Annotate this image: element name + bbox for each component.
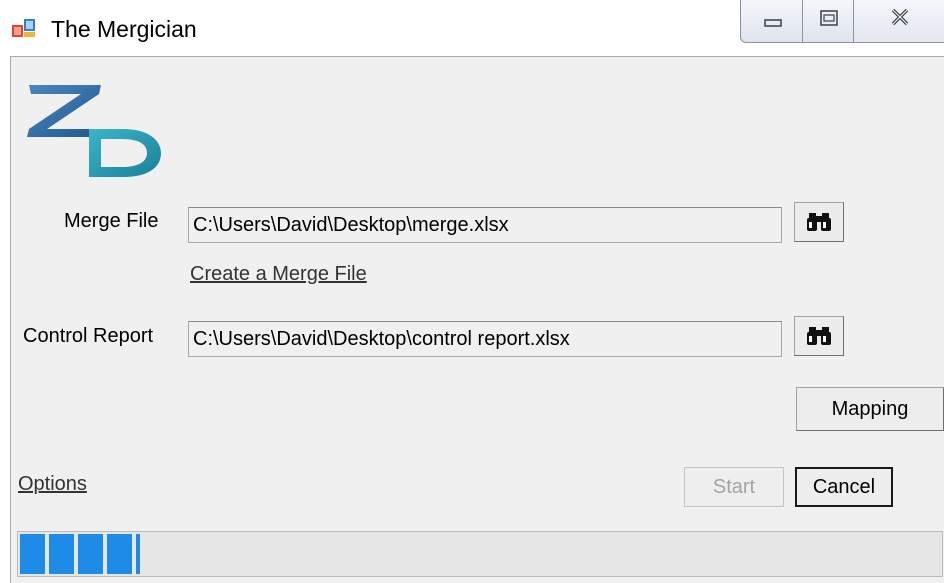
binoculars-icon (807, 213, 831, 231)
dialog-body: Merge File Create a Merge File Control R… (10, 56, 944, 583)
control-report-browse-button[interactable] (794, 316, 844, 356)
maximize-icon (820, 10, 838, 26)
binoculars-icon (807, 327, 831, 345)
maximize-button[interactable] (802, 0, 854, 43)
caption-buttons (740, 0, 944, 44)
merge-file-label: Merge File (64, 210, 159, 232)
start-button[interactable]: Start (684, 467, 784, 507)
create-merge-file-link[interactable]: Create a Merge File (190, 262, 367, 286)
close-button[interactable] (853, 0, 944, 43)
minimize-icon (764, 19, 782, 27)
window-title: The Mergician (51, 16, 197, 42)
zd-logo (27, 85, 161, 177)
minimize-button[interactable] (740, 0, 803, 43)
close-icon (891, 8, 909, 26)
control-report-label: Control Report (23, 325, 154, 347)
mapping-button[interactable]: Mapping (796, 387, 944, 431)
control-report-input[interactable] (188, 321, 782, 357)
progress-bar-fill (20, 534, 140, 574)
options-link[interactable]: Options (18, 472, 87, 496)
cancel-button[interactable]: Cancel (795, 467, 893, 507)
merge-file-input[interactable] (188, 207, 782, 243)
title-bar[interactable]: The Mergician (0, 0, 944, 56)
window-app-icon (12, 19, 35, 37)
progress-bar (17, 531, 943, 577)
merge-file-browse-button[interactable] (794, 202, 844, 242)
